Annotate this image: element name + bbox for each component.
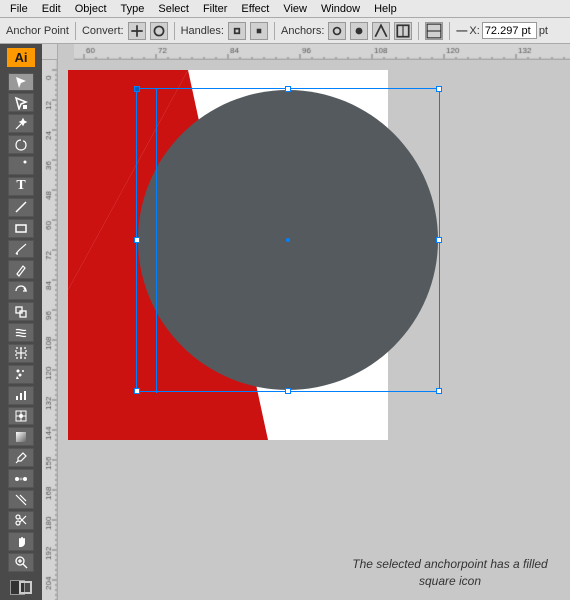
handles-label: Handles:: [181, 25, 224, 37]
handles-btn-1[interactable]: [228, 22, 246, 40]
extra-btn-1[interactable]: [425, 22, 443, 40]
center-point: [286, 238, 290, 242]
pencil-tool-btn[interactable]: [8, 260, 34, 279]
menu-view[interactable]: View: [277, 2, 313, 16]
handles-btn-2[interactable]: [250, 22, 268, 40]
menu-help[interactable]: Help: [368, 2, 403, 16]
graph-tool-btn[interactable]: [8, 386, 34, 405]
ruler-corner: [42, 44, 58, 60]
toolbar-separator-2: [174, 22, 175, 40]
convert-label: Convert:: [82, 25, 124, 37]
menu-filter[interactable]: Filter: [197, 2, 233, 16]
scale-tool-btn[interactable]: [8, 302, 34, 321]
toolbar-separator-1: [75, 22, 76, 40]
ruler-top-canvas: [74, 44, 570, 60]
anchors-btn-4[interactable]: [394, 22, 412, 40]
menu-file[interactable]: File: [4, 2, 34, 16]
menu-type[interactable]: Type: [115, 2, 151, 16]
minus-icon: —: [456, 25, 467, 37]
scissors-tool-btn[interactable]: [8, 511, 34, 530]
toolbar-separator-3: [274, 22, 275, 40]
canvas-area: The selected anchorpoint has a filled sq…: [42, 44, 570, 600]
convert-btn-1[interactable]: [128, 22, 146, 40]
menu-window[interactable]: Window: [315, 2, 366, 16]
paintbrush-tool-btn[interactable]: [8, 240, 34, 259]
ruler-top: [74, 44, 570, 60]
anchors-btn-2[interactable]: [350, 22, 368, 40]
anchor-bottom-right[interactable]: [436, 388, 442, 394]
blend-tool-btn[interactable]: [8, 469, 34, 488]
menu-edit[interactable]: Edit: [36, 2, 67, 16]
canvas[interactable]: The selected anchorpoint has a filled sq…: [58, 60, 570, 600]
toolbar-separator-4: [418, 22, 419, 40]
select-tool-btn[interactable]: [8, 73, 34, 92]
ai-logo: Ai: [7, 48, 35, 67]
direct-select-tool-btn[interactable]: [8, 93, 34, 112]
anchors-btn-3[interactable]: [372, 22, 390, 40]
menu-bar: File Edit Object Type Select Filter Effe…: [0, 0, 570, 18]
eyedropper-tool-btn[interactable]: [8, 448, 34, 467]
rotate-tool-btn[interactable]: [8, 281, 34, 300]
anchors-btn-1[interactable]: [328, 22, 346, 40]
canvas-wrapper: The selected anchorpoint has a filled sq…: [42, 60, 570, 600]
left-toolbar: Ai T: [0, 44, 42, 600]
zoom-tool-btn[interactable]: [8, 553, 34, 572]
lasso-tool-btn[interactable]: [8, 135, 34, 154]
ruler-left-canvas: [42, 60, 58, 600]
rect-tool-btn[interactable]: [8, 219, 34, 238]
free-transform-tool-btn[interactable]: [8, 344, 34, 363]
line-tool-btn[interactable]: [8, 198, 34, 217]
symbol-sprayer-tool-btn[interactable]: [8, 365, 34, 384]
anchor-point-label: Anchor Point: [6, 25, 69, 37]
x-input[interactable]: [482, 22, 537, 39]
menu-effect[interactable]: Effect: [235, 2, 275, 16]
type-tool-btn[interactable]: T: [8, 177, 34, 196]
fill-stroke-swatches[interactable]: [8, 578, 34, 597]
pen-tool-btn[interactable]: [8, 156, 34, 175]
gradient-tool-btn[interactable]: [8, 427, 34, 446]
warp-tool-btn[interactable]: [8, 323, 34, 342]
toolbar: Anchor Point Convert: Handles: Anchors: …: [0, 18, 570, 44]
main-area: Ai T: [0, 44, 570, 600]
ruler-left: [42, 60, 58, 600]
mesh-tool-btn[interactable]: [8, 407, 34, 426]
x-label: X:: [469, 25, 479, 37]
pt-label: pt: [539, 25, 548, 37]
anchor-top-right[interactable]: [436, 86, 442, 92]
convert-btn-2[interactable]: [150, 22, 168, 40]
slice-tool-btn[interactable]: [8, 490, 34, 509]
magic-wand-tool-btn[interactable]: [8, 114, 34, 133]
menu-object[interactable]: Object: [69, 2, 113, 16]
anchors-label: Anchors:: [281, 25, 324, 37]
toolbar-separator-5: [449, 22, 450, 40]
hand-tool-btn[interactable]: [8, 532, 34, 551]
annotation-text: The selected anchorpoint has a filled sq…: [340, 556, 560, 590]
menu-select[interactable]: Select: [152, 2, 195, 16]
